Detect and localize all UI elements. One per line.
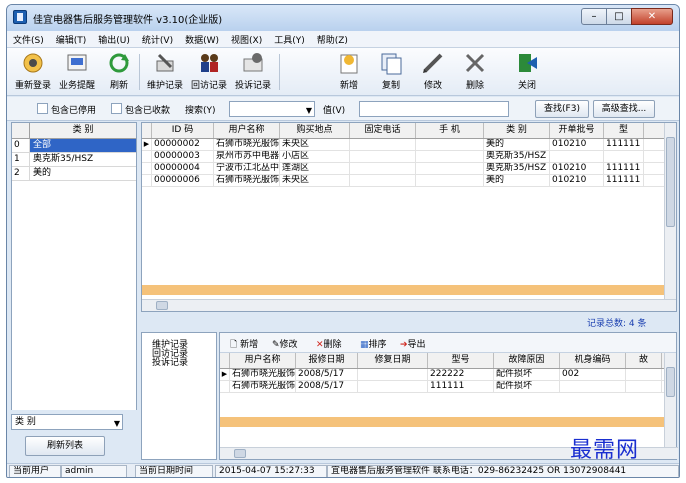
- record-toolbar: 🗋 新增 ✎修改 ✕删除 ▦排序 ➔导出: [220, 333, 676, 353]
- summary-row: [142, 285, 664, 295]
- find-button[interactable]: 查找(F3): [535, 100, 589, 118]
- search-field-select[interactable]: ▼: [229, 101, 315, 117]
- current-user-label: 当前用户: [9, 465, 61, 477]
- horizontal-scrollbar[interactable]: [142, 299, 676, 311]
- customer-grid: ID 码 用户名称 购买地点 固定电话 手 机 类 别 开单批号 型 ▶ 000…: [141, 122, 677, 312]
- close-tool-button[interactable]: 关闭: [507, 51, 547, 93]
- people-icon: [197, 51, 221, 75]
- maintenance-record-button[interactable]: 维护记录: [143, 51, 187, 93]
- include-received-checkbox[interactable]: [111, 103, 122, 114]
- record-type-complaint[interactable]: 投诉记录: [142, 359, 216, 368]
- visit-record-button[interactable]: 回访记录: [187, 51, 231, 93]
- category-row[interactable]: 1 奥克斯35/HSZ: [12, 153, 136, 167]
- reminder-icon: [65, 51, 89, 75]
- title-bar: 佳宜电器售后服务管理软件 v3.10(企业版) – □ ✕: [7, 5, 679, 31]
- menu-data[interactable]: 数据(W): [179, 33, 225, 46]
- record-add-button[interactable]: 🗋 新增: [230, 337, 258, 353]
- wrench-icon: [153, 51, 177, 75]
- refresh-icon: [107, 51, 131, 75]
- minimize-button[interactable]: –: [581, 8, 607, 25]
- table-row[interactable]: ▶ 石狮市晓光服饰有限公司 2008/5/17 222222 配件损坏 002: [220, 369, 666, 381]
- search-field-label: 搜索(Y): [185, 106, 216, 116]
- current-row-indicator: ▶: [220, 369, 230, 380]
- category-filter-area: 类 别 ▼ 刷新列表: [11, 410, 137, 460]
- record-delete-button[interactable]: ✕删除: [316, 337, 342, 350]
- close-button[interactable]: ✕: [631, 8, 673, 25]
- vertical-scrollbar[interactable]: [664, 353, 676, 447]
- record-edit-button[interactable]: ✎修改: [272, 337, 298, 350]
- chevron-down-icon: ▼: [305, 106, 312, 115]
- app-window: 佳宜电器售后服务管理软件 v3.10(企业版) – □ ✕ 文件(S) 编辑(T…: [6, 4, 680, 478]
- menu-edit[interactable]: 编辑(T): [50, 33, 93, 46]
- search-bar: 包含已停用 包含已收款 搜索(Y) ▼ 值(V) 查找(F3) 高级查找...: [7, 97, 679, 121]
- table-row[interactable]: ▶ 00000002 石狮市晓光服饰有限公司 未央区 美的 010210 111…: [142, 139, 676, 151]
- relogin-icon: [21, 51, 45, 75]
- category-row[interactable]: 2 美的: [12, 167, 136, 181]
- chevron-down-icon: ▼: [113, 419, 120, 428]
- maximize-button[interactable]: □: [606, 8, 632, 25]
- vertical-scrollbar[interactable]: [664, 123, 676, 299]
- record-type-list: 维护记录 回访记录 投诉记录: [141, 332, 217, 460]
- relogin-button[interactable]: 重新登录: [11, 51, 55, 93]
- exit-icon: [515, 51, 539, 75]
- menu-file[interactable]: 文件(S): [7, 33, 50, 46]
- advanced-find-button[interactable]: 高级查找...: [593, 100, 655, 118]
- record-sort-button[interactable]: ▦排序: [360, 337, 387, 350]
- refresh-button[interactable]: 刷新: [101, 51, 137, 93]
- refresh-list-button[interactable]: 刷新列表: [25, 436, 105, 456]
- status-bar: 当前用户 admin 当前日期时间 2015-04-07 15:27:33 宜电…: [7, 463, 679, 477]
- app-icon: [13, 10, 27, 24]
- table-row[interactable]: 00000003 泉州市苏中电器有限公司 小店区 奥克斯35/HSZ: [142, 151, 676, 163]
- copy-icon: [379, 51, 403, 75]
- current-user: admin: [61, 465, 127, 477]
- toolbar-separator: [279, 54, 280, 90]
- menu-tools[interactable]: 工具(Y): [268, 33, 311, 46]
- main-toolbar: 重新登录 业务提醒 刷新 维护记录 回访记录 投诉记录 新增 复制 修改 删除 …: [7, 48, 679, 96]
- watermark: 最需网: [570, 438, 640, 463]
- summary-row: [220, 417, 666, 427]
- include-received-label: 包含已收款: [125, 106, 171, 116]
- add-button[interactable]: 新增: [329, 51, 369, 93]
- complaint-record-button[interactable]: 投诉记录: [231, 51, 275, 93]
- value-label: 值(V): [323, 106, 346, 116]
- menu-output[interactable]: 输出(U): [92, 33, 136, 46]
- record-count: 记录总数: 4 条: [587, 319, 647, 329]
- record-export-button[interactable]: ➔导出: [400, 337, 426, 350]
- delete-button[interactable]: 删除: [455, 51, 495, 93]
- add-icon: [337, 51, 361, 75]
- complaint-icon: [241, 51, 265, 75]
- category-header: 类 别: [72, 125, 94, 135]
- toolbar-separator: [139, 54, 140, 90]
- table-row[interactable]: 00000006 石狮市晓光服饰有限公司 未央区 美的 010210 11111…: [142, 175, 676, 187]
- delete-icon: [463, 51, 487, 75]
- menu-statistics[interactable]: 统计(V): [136, 33, 179, 46]
- current-datetime: 2015-04-07 15:27:33: [215, 465, 327, 477]
- menu-bar: 文件(S) 编辑(T) 输出(U) 统计(V) 数据(W) 视图(X) 工具(Y…: [7, 31, 679, 48]
- copy-button[interactable]: 复制: [371, 51, 411, 93]
- category-row[interactable]: 0 全部: [12, 139, 136, 153]
- datetime-label: 当前日期时间: [135, 465, 213, 477]
- include-disabled-checkbox[interactable]: [37, 103, 48, 114]
- value-input[interactable]: [359, 101, 509, 117]
- table-row[interactable]: 石狮市晓光服饰有限公司 2008/5/17 111111 配件损坏: [220, 381, 666, 393]
- category-filter-select[interactable]: 类 别 ▼: [11, 414, 123, 430]
- current-row-indicator: ▶: [142, 139, 152, 150]
- reminder-button[interactable]: 业务提醒: [55, 51, 99, 93]
- window-title: 佳宜电器售后服务管理软件 v3.10(企业版): [33, 15, 223, 26]
- menu-view[interactable]: 视图(X): [225, 33, 268, 46]
- contact-info: 宜电器售后服务管理软件 联系电话：029-86232425 OR 1307290…: [327, 465, 679, 477]
- pencil-icon: [421, 51, 445, 75]
- edit-button[interactable]: 修改: [413, 51, 453, 93]
- grid-header: ID 码 用户名称 购买地点 固定电话 手 机 类 别 开单批号 型: [142, 123, 676, 139]
- menu-help[interactable]: 帮助(Z): [311, 33, 354, 46]
- include-disabled-label: 包含已停用: [51, 106, 97, 116]
- record-grid: 用户名称 报修日期 修复日期 型号 故障原因 机身编码 故 ▶ 石狮市晓光服饰有…: [220, 353, 666, 393]
- table-row[interactable]: 00000004 宁波市江北丛中建筑公司 莲湖区 奥克斯35/HSZ 01021…: [142, 163, 676, 175]
